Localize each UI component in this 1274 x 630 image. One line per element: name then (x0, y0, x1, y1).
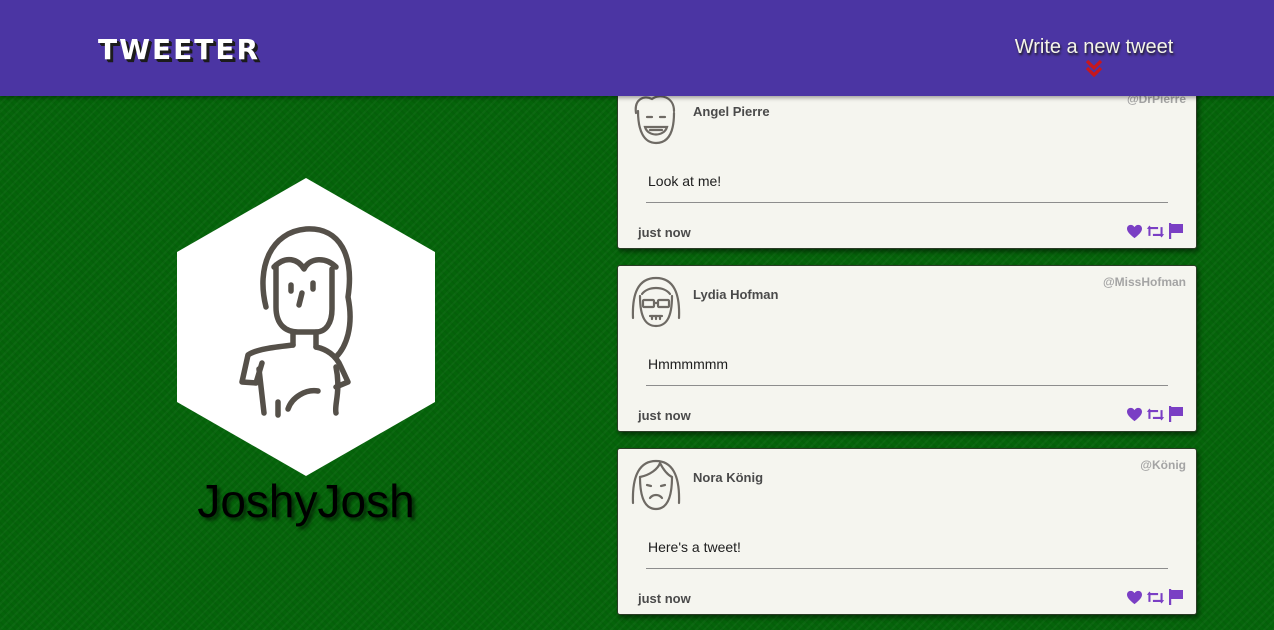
frowning-woman-avatar-icon (631, 459, 681, 511)
smiling-man-avatar-icon (634, 95, 676, 145)
tweet-card: Nora König @König Here's a tweet! just n… (617, 448, 1197, 615)
tweet-card: Angel Pierre @DrPierre Look at me! just … (617, 82, 1197, 249)
retweet-icon[interactable] (1146, 590, 1165, 605)
compose-tweet-toggle[interactable]: Write a new tweet (1008, 36, 1180, 79)
top-nav: TWEETER Write a new tweet (0, 0, 1274, 96)
flag-icon[interactable] (1168, 589, 1184, 605)
flag-icon[interactable] (1168, 406, 1184, 422)
tweet-author-handle[interactable]: @MissHofman (1103, 275, 1186, 289)
compose-tweet-label[interactable]: Write a new tweet (1008, 36, 1180, 59)
tweet-divider (646, 385, 1168, 386)
retweet-icon[interactable] (1146, 407, 1165, 422)
tweet-card: Lydia Hofman @MissHofman Hmmmmmm just no… (617, 265, 1197, 432)
heart-icon[interactable] (1126, 224, 1143, 239)
tweet-divider (646, 202, 1168, 203)
woman-sunglasses-avatar-icon (631, 276, 681, 328)
tweet-author-name: Angel Pierre (693, 104, 770, 119)
tweet-actions (1126, 223, 1184, 239)
tweet-text: Here's a tweet! (648, 539, 741, 555)
tweet-author-name: Nora König (693, 470, 764, 485)
double-chevron-down-icon[interactable] (1084, 59, 1104, 79)
tweet-author-handle[interactable]: @König (1140, 458, 1186, 472)
tweet-text: Look at me! (648, 173, 722, 189)
profile-avatar-hexagon (177, 178, 435, 476)
tweet-timestamp: just now (638, 408, 691, 423)
tweet-divider (646, 568, 1168, 569)
tweet-actions (1126, 406, 1184, 422)
tweet-author-name: Lydia Hofman (693, 287, 779, 302)
profile-username: JoshyJosh (197, 475, 415, 527)
heart-icon[interactable] (1126, 407, 1143, 422)
app-logo[interactable]: TWEETER (98, 33, 260, 66)
tweet-timestamp: just now (638, 591, 691, 606)
retweet-icon[interactable] (1146, 224, 1165, 239)
heart-icon[interactable] (1126, 590, 1143, 605)
tweet-text: Hmmmmmm (648, 356, 729, 372)
tweet-actions (1126, 589, 1184, 605)
tweet-timestamp: just now (638, 225, 691, 240)
flag-icon[interactable] (1168, 223, 1184, 239)
